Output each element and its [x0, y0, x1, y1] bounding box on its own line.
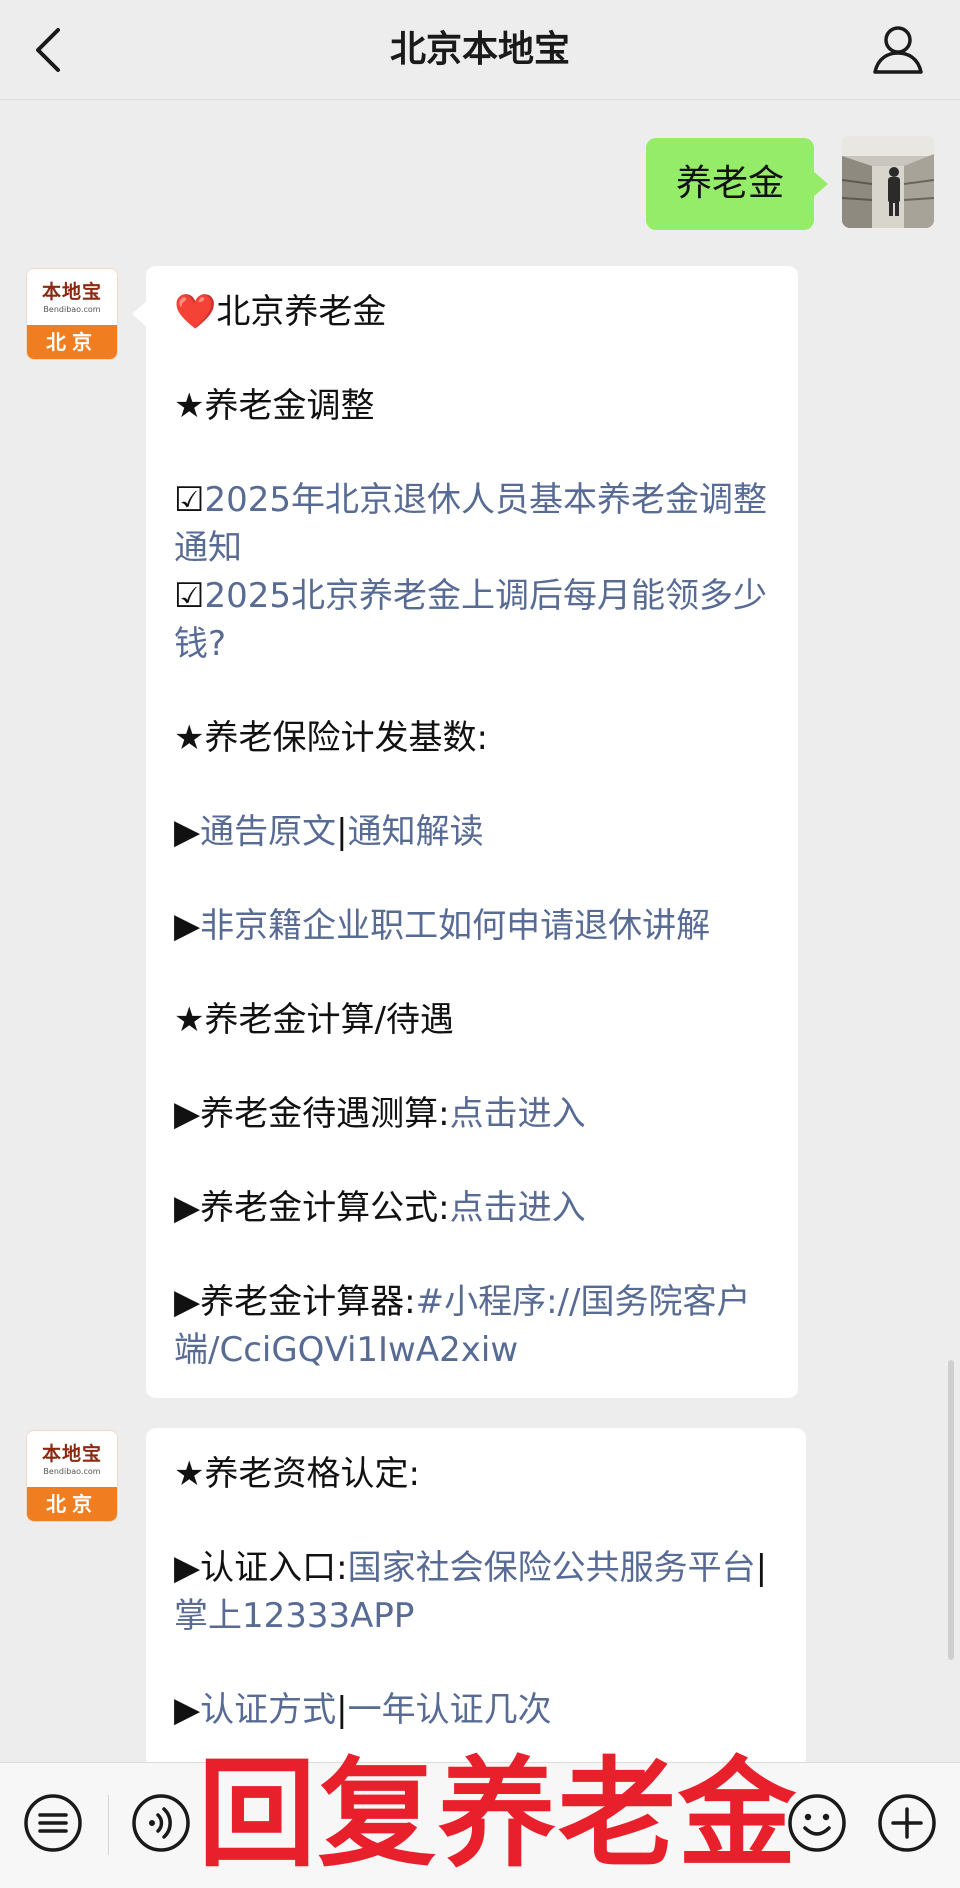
separator: |	[336, 812, 348, 852]
link-monthly-amount[interactable]: 2025北京养老金上调后每月能领多少钱?	[174, 576, 767, 664]
link-nonlocal-retirement[interactable]: 非京籍企业职工如何申请退休讲解	[200, 906, 710, 946]
row-label: ▶养老金计算公式:	[174, 1188, 450, 1228]
avatar-logo-url: Bendibao.com	[43, 1467, 101, 1476]
separator: |	[755, 1548, 768, 1588]
list-item: ☑2025北京养老金上调后每月能领多少钱?	[174, 572, 770, 668]
list-item: ▶认证入口:国家社会保险公共服务平台| 掌上12333APP	[174, 1544, 778, 1640]
more-button[interactable]	[874, 1790, 940, 1856]
link-auth-frequency[interactable]: 一年认证几次	[348, 1690, 552, 1730]
list-item: ▶养老金待遇测算:点击进入	[174, 1090, 770, 1138]
section-heading: ★养老金调整	[174, 386, 375, 426]
list-item: ▶养老金计算公式:点击进入	[174, 1184, 770, 1232]
link-formula[interactable]: 点击进入	[450, 1188, 586, 1228]
top-bar: 北京本地宝	[0, 0, 960, 100]
user-message-bubble[interactable]: 养老金	[646, 138, 828, 230]
message-title-text: 北京养老金	[216, 292, 387, 332]
bot-message-bubble: ★养老资格认定: ▶认证入口:国家社会保险公共服务平台|掌上12333APP ▶…	[146, 1428, 806, 1768]
link-12333-app[interactable]: 掌上12333APP	[174, 1596, 414, 1636]
avatar-logo-url: Bendibao.com	[43, 305, 101, 314]
avatar-logo-city: 北京	[27, 325, 117, 359]
user-avatar[interactable]	[842, 136, 934, 228]
message-title: ❤️北京养老金	[174, 288, 770, 336]
link-notice-interpretation[interactable]: 通知解读	[348, 812, 484, 852]
list-item: ▶认证方式|一年认证几次	[174, 1686, 778, 1734]
checkbox-icon: ☑	[174, 480, 205, 520]
triangle-bullet-icon: ▶	[174, 812, 201, 852]
bot-message-bubble: ❤️北京养老金 ★养老金调整 ☑2025年北京退休人员基本养老金调整通知 ☑20…	[132, 266, 798, 1398]
bar-divider	[108, 1795, 109, 1855]
list-item: ▶通告原文|通知解读	[174, 808, 770, 856]
list-item: ▶养老金计算器:#小程序://国务院客户端/CciGQVi1IwA2xiw	[174, 1278, 770, 1374]
user-avatar-photo	[842, 136, 934, 228]
heart-icon: ❤️	[174, 292, 217, 332]
avatar-logo-word: 本地宝	[41, 1443, 102, 1465]
chat-title: 北京本地宝	[389, 29, 570, 70]
row-label: ▶养老金待遇测算:	[174, 1094, 450, 1134]
person-icon	[873, 26, 923, 74]
list-menu-icon	[24, 1794, 82, 1852]
avatar-logo-top: 本地宝 Bendibao.com	[27, 269, 117, 327]
voice-icon	[132, 1794, 190, 1852]
link-social-insurance-platform[interactable]: 国家社会保险公共服务平台	[348, 1548, 756, 1588]
triangle-bullet-icon: ▶	[174, 1690, 201, 1730]
link-announcement-text[interactable]: 通告原文	[200, 812, 336, 852]
list-item: ☑2025年北京退休人员基本养老金调整通知	[174, 476, 770, 572]
chat-screen: 北京本地宝 养老金 本地宝 Bendibao.com 北京 ❤️北京养老金 ★养…	[0, 0, 960, 1888]
row-label: ▶认证入口:	[174, 1548, 348, 1588]
triangle-bullet-icon: ▶	[174, 906, 201, 946]
link-adjustment-notice[interactable]: 2025年北京退休人员基本养老金调整通知	[174, 480, 767, 568]
menu-button[interactable]	[20, 1790, 86, 1856]
list-item: ▶非京籍企业职工如何申请退休讲解	[174, 902, 770, 950]
checkbox-icon: ☑	[174, 576, 205, 616]
row-label: ▶养老金计算器:	[174, 1282, 416, 1322]
section-heading: ★养老资格认定:	[174, 1454, 420, 1494]
bot-avatar[interactable]: 本地宝 Bendibao.com 北京	[26, 268, 118, 360]
link-benefit-estimate[interactable]: 点击进入	[450, 1094, 586, 1134]
avatar-logo-word: 本地宝	[41, 281, 102, 303]
avatar-logo-city: 北京	[27, 1487, 117, 1521]
plus-icon	[878, 1794, 936, 1852]
bot-avatar[interactable]: 本地宝 Bendibao.com 北京	[26, 1430, 118, 1522]
link-auth-method[interactable]: 认证方式	[200, 1690, 336, 1730]
avatar-logo-top: 本地宝 Bendibao.com	[27, 1431, 117, 1489]
section-heading: ★养老金计算/待遇	[174, 1000, 454, 1040]
scrollbar[interactable]	[948, 1360, 954, 1660]
profile-button[interactable]	[870, 24, 926, 76]
voice-button[interactable]	[128, 1790, 194, 1856]
section-heading: ★养老保险计发基数:	[174, 718, 488, 758]
separator: |	[336, 1690, 348, 1730]
reply-keyword-overlay: 回复养老金	[198, 1745, 799, 1883]
